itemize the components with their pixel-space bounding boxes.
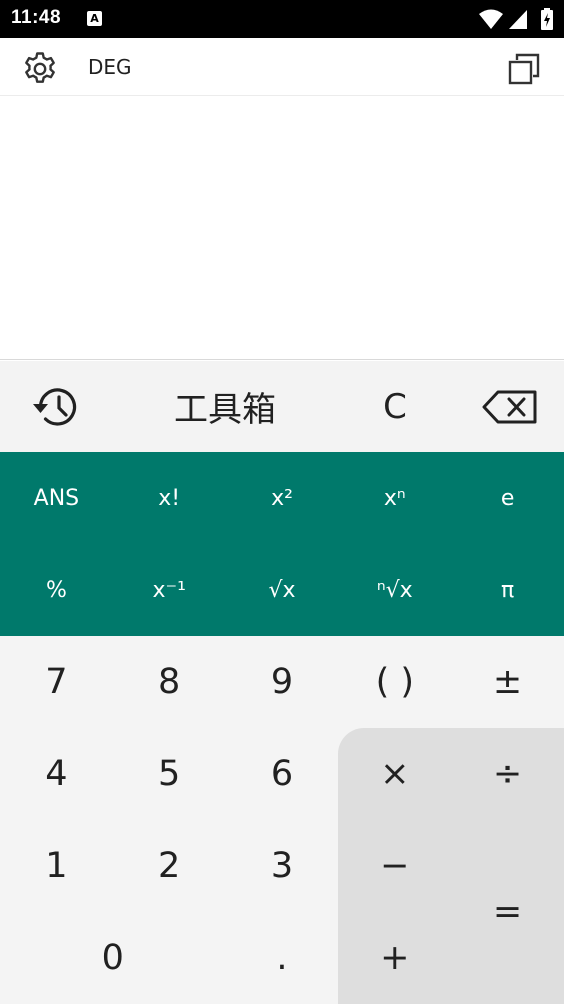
digit-1-key[interactable]: 1 [0,820,113,912]
parentheses-key[interactable]: ( ) [338,636,451,728]
power-key[interactable]: xⁿ [338,452,451,544]
floating-window-icon[interactable] [506,51,542,87]
clear-label: C [383,386,407,427]
notification-icon: A [87,11,102,26]
history-icon [33,387,77,426]
digit-8-key[interactable]: 8 [113,636,226,728]
digit-9-key[interactable]: 9 [226,636,339,728]
minus-key[interactable]: − [338,820,451,912]
square-key[interactable]: x² [226,452,339,544]
tool-row: 工具箱 C [0,361,564,452]
equals-key[interactable]: = [451,820,564,1004]
plus-key[interactable]: + [338,912,451,1004]
settings-gear-icon[interactable] [21,50,59,88]
pi-key[interactable]: π [451,544,564,636]
digit-2-key[interactable]: 2 [113,820,226,912]
top-bar: DEG [0,38,564,96]
nth-root-key[interactable]: ⁿ√x [338,544,451,636]
toolbox-label: 工具箱 [174,390,276,430]
factorial-key[interactable]: x! [113,452,226,544]
decimal-key[interactable]: . [226,912,339,1004]
digit-3-key[interactable]: 3 [226,820,339,912]
angle-mode-toggle[interactable]: DEG [88,55,132,79]
status-bar: 11:48 A [0,0,564,38]
scientific-pad: ANS x! x² xⁿ e % x⁻¹ √x ⁿ√x π [0,452,564,636]
wifi-icon [479,9,503,29]
plus-minus-key[interactable]: ± [451,636,564,728]
backspace-icon [482,390,537,423]
toolbox-button[interactable]: 工具箱 [150,361,300,452]
backspace-button[interactable] [470,361,550,452]
history-button[interactable] [0,361,112,452]
digit-4-key[interactable]: 4 [0,728,113,820]
euler-key[interactable]: e [451,452,564,544]
cell-signal-icon [509,10,527,29]
reciprocal-key[interactable]: x⁻¹ [113,544,226,636]
ans-key[interactable]: ANS [0,452,113,544]
digit-0-key[interactable]: 0 [0,912,226,1004]
battery-charging-icon [541,8,553,30]
divide-key[interactable]: ÷ [451,728,564,820]
multiply-key[interactable]: × [338,728,451,820]
digit-7-key[interactable]: 7 [0,636,113,728]
status-time: 11:48 [11,7,62,28]
digit-6-key[interactable]: 6 [226,728,339,820]
clear-button[interactable]: C [350,361,440,452]
percent-key[interactable]: % [0,544,113,636]
expression-display[interactable] [0,97,564,360]
square-root-key[interactable]: √x [226,544,339,636]
digit-5-key[interactable]: 5 [113,728,226,820]
